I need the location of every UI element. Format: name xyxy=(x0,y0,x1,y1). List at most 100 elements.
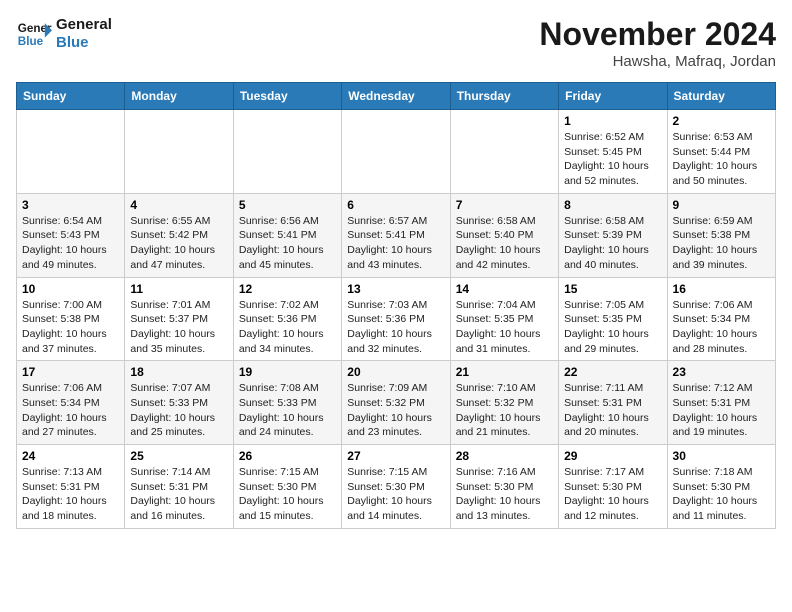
day-info: Sunrise: 7:08 AMSunset: 5:33 PMDaylight:… xyxy=(239,381,336,440)
day-number: 3 xyxy=(22,198,119,212)
day-info: Sunrise: 6:58 AMSunset: 5:39 PMDaylight:… xyxy=(564,214,661,273)
day-info: Sunrise: 6:56 AMSunset: 5:41 PMDaylight:… xyxy=(239,214,336,273)
day-number: 13 xyxy=(347,282,444,296)
day-number: 30 xyxy=(673,449,770,463)
calendar-cell: 10Sunrise: 7:00 AMSunset: 5:38 PMDayligh… xyxy=(17,277,125,361)
day-info: Sunrise: 6:54 AMSunset: 5:43 PMDaylight:… xyxy=(22,214,119,273)
logo: General Blue General Blue xyxy=(16,16,112,52)
month-title: November 2024 xyxy=(539,16,776,53)
calendar-cell: 3 Sunrise: 6:54 AMSunset: 5:43 PMDaylight… xyxy=(17,193,125,277)
logo-icon: General Blue xyxy=(16,16,52,52)
calendar-cell: 24 Sunrise: 7:13 AMSunset: 5:31 PMDayligh… xyxy=(17,445,125,529)
day-info: Sunrise: 7:17 AMSunset: 5:30 PMDaylight:… xyxy=(564,465,661,524)
day-info: Sunrise: 7:03 AMSunset: 5:36 PMDaylight:… xyxy=(347,298,444,357)
day-number: 22 xyxy=(564,365,661,379)
day-info: Sunrise: 7:00 AMSunset: 5:38 PMDaylight:… xyxy=(22,298,119,357)
calendar-cell: 1Sunrise: 6:52 AMSunset: 5:45 PMDaylight… xyxy=(559,110,667,194)
page-header: General Blue General Blue November 2024 … xyxy=(16,16,776,70)
day-number: 23 xyxy=(673,365,770,379)
calendar-cell: 13 Sunrise: 7:03 AMSunset: 5:36 PMDayligh… xyxy=(342,277,450,361)
calendar-cell: 8 Sunrise: 6:58 AMSunset: 5:39 PMDaylight… xyxy=(559,193,667,277)
day-info: Sunrise: 7:12 AMSunset: 5:31 PMDaylight:… xyxy=(673,381,770,440)
day-number: 8 xyxy=(564,198,661,212)
day-info: Sunrise: 7:05 AMSunset: 5:35 PMDaylight:… xyxy=(564,298,661,357)
calendar-week-row: 24 Sunrise: 7:13 AMSunset: 5:31 PMDayligh… xyxy=(17,445,776,529)
day-info: Sunrise: 7:16 AMSunset: 5:30 PMDaylight:… xyxy=(456,465,553,524)
day-number: 27 xyxy=(347,449,444,463)
calendar-cell: 29 Sunrise: 7:17 AMSunset: 5:30 PMDayligh… xyxy=(559,445,667,529)
day-info: Sunrise: 7:06 AMSunset: 5:34 PMDaylight:… xyxy=(673,298,770,357)
day-number: 15 xyxy=(564,282,661,296)
calendar-table: SundayMondayTuesdayWednesdayThursdayFrid… xyxy=(16,82,776,529)
day-info: Sunrise: 6:59 AMSunset: 5:38 PMDaylight:… xyxy=(673,214,770,273)
day-number: 4 xyxy=(130,198,227,212)
calendar-cell: 21Sunrise: 7:10 AMSunset: 5:32 PMDayligh… xyxy=(450,361,558,445)
calendar-cell: 27 Sunrise: 7:15 AMSunset: 5:30 PMDayligh… xyxy=(342,445,450,529)
weekday-header-tuesday: Tuesday xyxy=(233,83,341,110)
calendar-cell: 11 Sunrise: 7:01 AMSunset: 5:37 PMDayligh… xyxy=(125,277,233,361)
calendar-cell: 19 Sunrise: 7:08 AMSunset: 5:33 PMDayligh… xyxy=(233,361,341,445)
day-number: 28 xyxy=(456,449,553,463)
day-info: Sunrise: 6:52 AMSunset: 5:45 PMDaylight:… xyxy=(564,130,661,189)
calendar-cell: 17Sunrise: 7:06 AMSunset: 5:34 PMDayligh… xyxy=(17,361,125,445)
day-info: Sunrise: 7:01 AMSunset: 5:37 PMDaylight:… xyxy=(130,298,227,357)
calendar-cell: 20Sunrise: 7:09 AMSunset: 5:32 PMDayligh… xyxy=(342,361,450,445)
day-info: Sunrise: 7:04 AMSunset: 5:35 PMDaylight:… xyxy=(456,298,553,357)
calendar-cell: 12 Sunrise: 7:02 AMSunset: 5:36 PMDayligh… xyxy=(233,277,341,361)
weekday-header-saturday: Saturday xyxy=(667,83,775,110)
calendar-cell: 16Sunrise: 7:06 AMSunset: 5:34 PMDayligh… xyxy=(667,277,775,361)
calendar-cell: 7Sunrise: 6:58 AMSunset: 5:40 PMDaylight… xyxy=(450,193,558,277)
day-number: 12 xyxy=(239,282,336,296)
calendar-cell: 15 Sunrise: 7:05 AMSunset: 5:35 PMDayligh… xyxy=(559,277,667,361)
day-number: 19 xyxy=(239,365,336,379)
day-info: Sunrise: 7:02 AMSunset: 5:36 PMDaylight:… xyxy=(239,298,336,357)
weekday-header-thursday: Thursday xyxy=(450,83,558,110)
day-number: 6 xyxy=(347,198,444,212)
day-info: Sunrise: 7:07 AMSunset: 5:33 PMDaylight:… xyxy=(130,381,227,440)
day-number: 25 xyxy=(130,449,227,463)
weekday-header-friday: Friday xyxy=(559,83,667,110)
calendar-cell: 25 Sunrise: 7:14 AMSunset: 5:31 PMDayligh… xyxy=(125,445,233,529)
location: Hawsha, Mafraq, Jordan xyxy=(539,53,776,70)
calendar-cell xyxy=(342,110,450,194)
day-info: Sunrise: 7:14 AMSunset: 5:31 PMDaylight:… xyxy=(130,465,227,524)
calendar-cell: 23 Sunrise: 7:12 AMSunset: 5:31 PMDayligh… xyxy=(667,361,775,445)
day-info: Sunrise: 6:55 AMSunset: 5:42 PMDaylight:… xyxy=(130,214,227,273)
calendar-cell: 2Sunrise: 6:53 AMSunset: 5:44 PMDaylight… xyxy=(667,110,775,194)
calendar-cell xyxy=(233,110,341,194)
calendar-cell: 28 Sunrise: 7:16 AMSunset: 5:30 PMDayligh… xyxy=(450,445,558,529)
logo-general: General xyxy=(56,16,112,34)
day-info: Sunrise: 7:18 AMSunset: 5:30 PMDaylight:… xyxy=(673,465,770,524)
calendar-cell: 14Sunrise: 7:04 AMSunset: 5:35 PMDayligh… xyxy=(450,277,558,361)
calendar-cell: 5Sunrise: 6:56 AMSunset: 5:41 PMDaylight… xyxy=(233,193,341,277)
day-number: 2 xyxy=(673,114,770,128)
calendar-cell xyxy=(450,110,558,194)
calendar-week-row: 1Sunrise: 6:52 AMSunset: 5:45 PMDaylight… xyxy=(17,110,776,194)
calendar-cell: 9 Sunrise: 6:59 AMSunset: 5:38 PMDaylight… xyxy=(667,193,775,277)
day-info: Sunrise: 7:10 AMSunset: 5:32 PMDaylight:… xyxy=(456,381,553,440)
calendar-cell: 22 Sunrise: 7:11 AMSunset: 5:31 PMDayligh… xyxy=(559,361,667,445)
calendar-cell xyxy=(125,110,233,194)
logo-blue: Blue xyxy=(56,34,112,52)
day-number: 9 xyxy=(673,198,770,212)
svg-text:Blue: Blue xyxy=(18,35,44,48)
weekday-header-row: SundayMondayTuesdayWednesdayThursdayFrid… xyxy=(17,83,776,110)
day-number: 11 xyxy=(130,282,227,296)
day-info: Sunrise: 7:15 AMSunset: 5:30 PMDaylight:… xyxy=(347,465,444,524)
day-number: 29 xyxy=(564,449,661,463)
day-number: 18 xyxy=(130,365,227,379)
day-number: 26 xyxy=(239,449,336,463)
calendar-cell: 26 Sunrise: 7:15 AMSunset: 5:30 PMDayligh… xyxy=(233,445,341,529)
calendar-cell: 6Sunrise: 6:57 AMSunset: 5:41 PMDaylight… xyxy=(342,193,450,277)
title-block: November 2024 Hawsha, Mafraq, Jordan xyxy=(539,16,776,70)
calendar-cell: 30 Sunrise: 7:18 AMSunset: 5:30 PMDayligh… xyxy=(667,445,775,529)
day-info: Sunrise: 7:15 AMSunset: 5:30 PMDaylight:… xyxy=(239,465,336,524)
day-info: Sunrise: 7:11 AMSunset: 5:31 PMDaylight:… xyxy=(564,381,661,440)
weekday-header-monday: Monday xyxy=(125,83,233,110)
calendar-week-row: 10Sunrise: 7:00 AMSunset: 5:38 PMDayligh… xyxy=(17,277,776,361)
day-number: 17 xyxy=(22,365,119,379)
day-info: Sunrise: 7:13 AMSunset: 5:31 PMDaylight:… xyxy=(22,465,119,524)
day-number: 24 xyxy=(22,449,119,463)
day-number: 20 xyxy=(347,365,444,379)
weekday-header-sunday: Sunday xyxy=(17,83,125,110)
